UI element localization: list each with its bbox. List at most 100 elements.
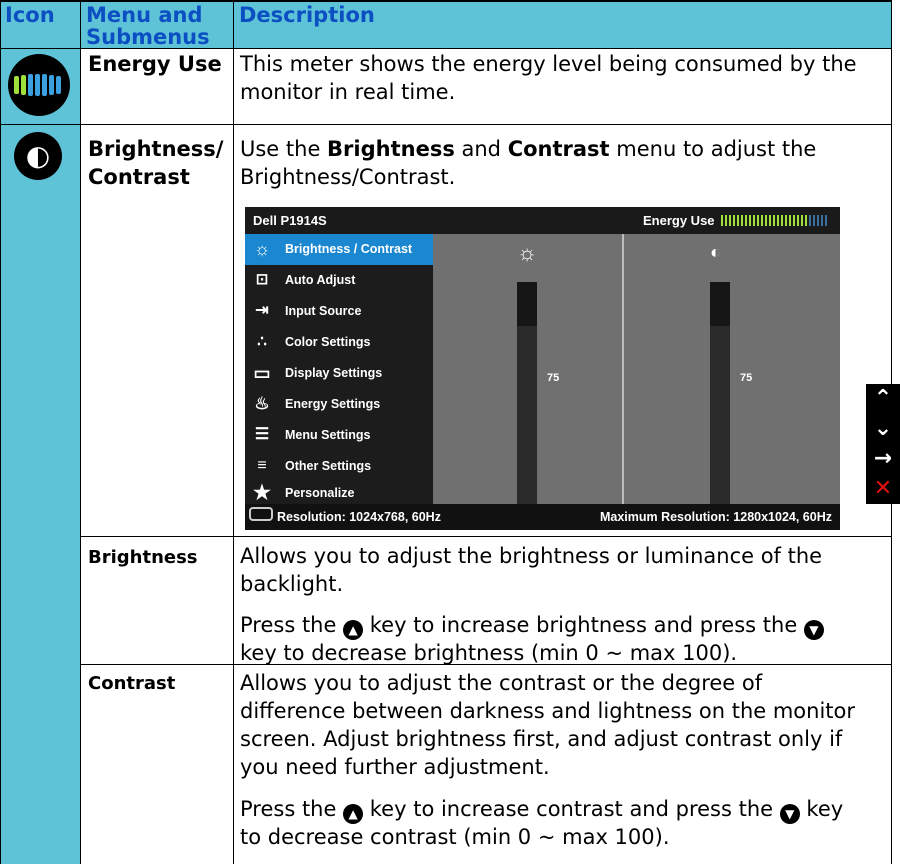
contrast-desc-3: screen. Adjust brightness first, and adj… (240, 727, 843, 751)
contrast-slider[interactable] (710, 282, 730, 512)
osd-energy-label: Energy Use (643, 213, 715, 228)
brightness-desc-2: backlight. (240, 572, 344, 596)
header-menu-label-2: Submenus (86, 25, 210, 49)
contrast-desc-4: you need further adjustment. (240, 755, 550, 779)
desc-text: menu to adjust the (609, 137, 817, 161)
energy-meter-icon (8, 54, 70, 116)
osd-contrast-panel: ◐ 75 (624, 234, 840, 512)
table-border-right (891, 0, 892, 864)
energy-meter-tick (733, 215, 735, 226)
vga-connector-icon (249, 507, 273, 521)
display-settings-icon: ▭ (253, 363, 271, 383)
table-rule (0, 124, 892, 125)
energy-meter-tick (793, 215, 795, 226)
desc-bold-brightness: Brightness (327, 137, 455, 161)
contrast-slider-thumb[interactable] (710, 282, 730, 326)
desc-text: Use the (240, 137, 328, 161)
auto-adjust-icon: ⊡ (255, 271, 269, 288)
osd-menu-label: Energy Settings (285, 397, 381, 411)
energy-meter-tick (813, 215, 815, 226)
osd-menu-item-menu-settings[interactable]: ☰ Menu Settings (245, 420, 433, 451)
contrast-title: Contrast (88, 673, 176, 694)
down-key-icon: ▼ (779, 804, 800, 824)
up-arrow-icon[interactable]: ⌃ (866, 384, 900, 414)
input-source-icon: ⇥ (255, 302, 269, 319)
energy-use-title: Energy Use (88, 52, 222, 76)
osd-model: Dell P1914S (253, 213, 327, 228)
osd-menu-item-personalize[interactable]: ★ Personalize (245, 482, 433, 504)
energy-meter-tick (785, 215, 787, 226)
osd-menu-label: Personalize (285, 486, 355, 500)
desc-bold-contrast: Contrast (507, 137, 610, 161)
energy-use-desc-2: monitor in real time. (240, 80, 456, 104)
table-border-left (0, 0, 1, 864)
energy-meter-tick (825, 215, 827, 226)
energy-meter-tick (809, 215, 811, 226)
osd-menu-item-color-settings[interactable]: ∴ Color Settings (245, 327, 433, 358)
energy-meter-tick (801, 215, 803, 226)
close-icon[interactable]: ✕ (866, 474, 900, 504)
osd-status-bar: Resolution: 1024x768, 60Hz Maximum Resol… (245, 504, 840, 530)
table-rule (80, 664, 892, 665)
energy-meter-tick (757, 215, 759, 226)
osd-menu-label: Other Settings (285, 459, 372, 473)
instr-text: Press the (240, 797, 344, 821)
energy-meter-tick (821, 215, 823, 226)
energy-settings-icon: ♨ (254, 394, 270, 413)
brightness-instruction-2: key to decrease brightness (min 0 ~ max … (240, 641, 738, 665)
energy-meter-tick (765, 215, 767, 226)
brightness-contrast-icon: ◐ (14, 132, 62, 180)
contrast-desc-1: Allows you to adjust the contrast or the… (240, 671, 763, 695)
header-description-cell: Description (234, 0, 891, 48)
brightness-contrast-title-2: Contrast (88, 165, 190, 189)
energy-meter-tick (737, 215, 739, 226)
brightness-title: Brightness (88, 547, 198, 568)
header-menu-cell: Menu and Submenus (81, 0, 233, 49)
energy-meter-tick (789, 215, 791, 226)
osd-menu-item-auto-adjust[interactable]: ⊡ Auto Adjust (245, 265, 433, 296)
energy-meter-tick (777, 215, 779, 226)
energy-meter-tick (769, 215, 771, 226)
contrast-instruction-1: Press the ▲ key to increase contrast and… (240, 795, 843, 824)
energy-meter-tick (741, 215, 743, 226)
instr-text: key (799, 797, 844, 821)
energy-meter-tick (721, 215, 723, 226)
brightness-contrast-desc-2: Brightness/Contrast. (240, 165, 456, 189)
osd-menu-item-input-source[interactable]: ⇥ Input Source (245, 296, 433, 327)
desc-text: and (454, 137, 508, 161)
brightness-contrast-desc-1: Use the Brightness and Contrast menu to … (240, 135, 816, 163)
contrast-icon: ◐ (710, 242, 721, 262)
instr-text: key to increase contrast and press the (363, 797, 780, 821)
osd-menu-label: Input Source (285, 304, 362, 318)
osd-menu-label: Display Settings (285, 366, 383, 380)
osd-menu-label: Menu Settings (285, 428, 371, 442)
osd-menu-label: Color Settings (285, 335, 371, 349)
header-icon-cell: Icon (0, 0, 80, 48)
table-rule (0, 48, 892, 49)
energy-meter-tick (729, 215, 731, 226)
table-border-top (0, 0, 892, 2)
osd-menu-item-other-settings[interactable]: ≡ Other Settings (245, 451, 433, 482)
osd-screenshot: Dell P1914S Energy Use ☼ Brightness / Co… (245, 207, 840, 530)
osd-menu-item-brightness-contrast[interactable]: ☼ Brightness / Contrast (245, 234, 433, 265)
energy-meter-tick (725, 215, 727, 226)
energy-meter-tick (773, 215, 775, 226)
brightness-icon: ☼ (517, 240, 538, 265)
brightness-value: 75 (547, 372, 560, 384)
osd-menu-item-display-settings[interactable]: ▭ Display Settings (245, 358, 433, 389)
osd-menu: ☼ Brightness / Contrast ⊡ Auto Adjust ⇥ … (245, 234, 433, 504)
menu-settings-icon: ☰ (254, 426, 270, 443)
personalize-icon: ★ (253, 482, 271, 504)
osd-menu-item-energy-settings[interactable]: ♨ Energy Settings (245, 389, 433, 420)
down-arrow-icon[interactable]: ⌄ (866, 414, 900, 444)
energy-meter-tick (805, 215, 807, 226)
brightness-slider[interactable] (517, 282, 537, 512)
brightness-icon: ☼ (253, 239, 271, 259)
energy-meter-tick (797, 215, 799, 226)
contrast-instruction-2: to decrease contrast (min 0 ~ max 100). (240, 825, 670, 849)
osd-menu-label: Auto Adjust (285, 273, 356, 287)
instr-text: key to increase brightness and press the (363, 613, 804, 637)
energy-meter-tick (781, 215, 783, 226)
right-arrow-icon[interactable]: → (866, 444, 900, 474)
brightness-slider-thumb[interactable] (517, 282, 537, 326)
